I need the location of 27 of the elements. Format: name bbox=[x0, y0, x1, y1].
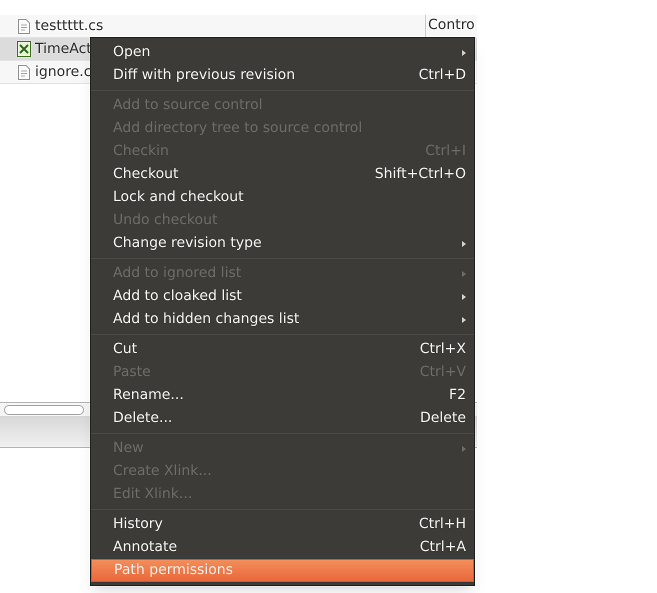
menu-item[interactable]: Lock and checkout bbox=[91, 186, 474, 209]
menu-item[interactable]: Checkout Shift+Ctrl+O bbox=[91, 163, 474, 186]
menu-item[interactable]: Diff with previous revision Ctrl+D bbox=[91, 64, 474, 87]
menu-item[interactable]: Add to hidden changes list bbox=[91, 308, 474, 331]
file-row[interactable]: testtttt.cs Contro bbox=[0, 15, 477, 38]
spreadsheet-icon bbox=[17, 41, 31, 57]
menu-item[interactable]: Rename... F2 bbox=[91, 384, 474, 407]
menu-item[interactable]: Add to cloaked list bbox=[91, 285, 474, 308]
shortcut-label: Ctrl+X bbox=[420, 340, 466, 359]
shortcut-label: Delete bbox=[420, 409, 466, 428]
document-icon bbox=[18, 18, 30, 34]
file-name: testtttt.cs bbox=[35, 16, 104, 36]
shortcut-label: Ctrl+A bbox=[420, 538, 466, 557]
menu-item[interactable]: Open bbox=[91, 41, 474, 64]
document-icon bbox=[18, 64, 30, 80]
shortcut-label: F2 bbox=[449, 386, 466, 405]
file-name: TimeAct bbox=[35, 40, 92, 58]
menu-item[interactable]: Delete... Delete bbox=[91, 407, 474, 430]
shortcut-label: Ctrl+D bbox=[418, 66, 466, 85]
scrollbar-thumb[interactable] bbox=[4, 404, 84, 414]
menu-item[interactable]: Change revision type bbox=[91, 232, 474, 255]
menu-item[interactable]: Annotate Ctrl+A bbox=[91, 536, 474, 559]
shortcut-label: Ctrl+H bbox=[418, 515, 466, 534]
menu-item[interactable]: History Ctrl+H bbox=[91, 513, 474, 536]
shortcut-label: Shift+Ctrl+O bbox=[374, 165, 466, 184]
file-name: ignore.c bbox=[35, 62, 92, 82]
menu-item[interactable]: Cut Ctrl+X bbox=[91, 338, 474, 361]
